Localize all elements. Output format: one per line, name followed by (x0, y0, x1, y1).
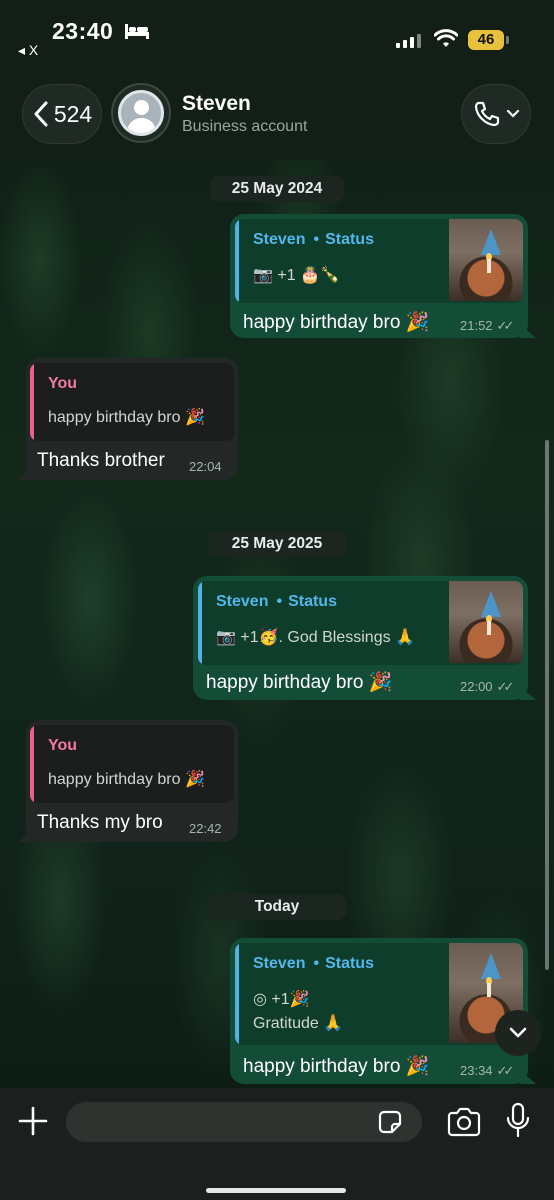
contact-subtitle[interactable]: Business account (182, 118, 307, 136)
quote-author: Steven • Status (253, 955, 374, 972)
reply-quote[interactable]: You happy birthday bro 🎉 (30, 725, 234, 803)
message-input[interactable] (66, 1102, 422, 1142)
time-text: 21:52 (460, 318, 493, 333)
phone-icon (474, 101, 500, 127)
plus-icon[interactable] (16, 1104, 50, 1138)
quote-text: 📷 +1 🎂🍾 (253, 267, 340, 284)
read-ticks-icon: ✓✓ (496, 679, 515, 694)
incoming-message[interactable]: You happy birthday bro 🎉 Thanks brother … (18, 358, 238, 480)
quote-author-name: Steven (253, 955, 306, 972)
quote-status-label: Status (325, 231, 374, 248)
quote-text: happy birthday bro 🎉 (48, 409, 205, 426)
message-text: happy birthday bro 🎉 (243, 312, 430, 333)
status-reply-quote[interactable]: Steven • Status 📷 +1🥳. God Blessings 🙏 (198, 581, 523, 665)
status-thumbnail (449, 219, 523, 301)
date-separator: 25 May 2025 (208, 531, 346, 557)
default-avatar-icon (118, 90, 164, 136)
status-thumbnail (449, 581, 523, 663)
scroll-to-bottom-button[interactable] (495, 1010, 541, 1056)
quote-author-name: Steven (253, 231, 306, 248)
status-bar: 23:40 ◂ X 46 (0, 0, 554, 78)
outgoing-message[interactable]: Steven • Status ◎ +1🎉 Gratitude 🙏 happy bi… (230, 938, 536, 1084)
message-text: happy birthday bro 🎉 (243, 1056, 430, 1077)
bed-icon (125, 24, 149, 39)
message-time: 22:04 (189, 459, 222, 474)
date-separator: 25 May 2024 (210, 176, 344, 202)
home-indicator[interactable] (206, 1188, 346, 1193)
chat-header: 524 Steven Business account (0, 78, 554, 160)
read-ticks-icon: ✓✓ (496, 318, 515, 333)
quote-author-name: You (48, 737, 78, 754)
status-reply-quote[interactable]: Steven • Status ◎ +1🎉 Gratitude 🙏 (235, 943, 523, 1045)
quote-author: Steven • Status (253, 231, 374, 248)
quote-text: ◎ +1🎉 (253, 991, 310, 1008)
camera-icon[interactable] (446, 1106, 482, 1138)
chevron-left-icon (34, 101, 48, 127)
message-text: Thanks brother (37, 450, 165, 471)
microphone-icon[interactable] (505, 1102, 531, 1140)
message-time: 23:34 ✓✓ (460, 1063, 515, 1079)
time-text: 22:00 (460, 679, 493, 694)
back-button[interactable]: 524 (22, 84, 102, 144)
clock: 23:40 (52, 18, 114, 44)
unread-count: 524 (53, 100, 93, 127)
time-text: 23:34 (460, 1063, 493, 1078)
wifi-icon (434, 29, 458, 47)
outgoing-message[interactable]: Steven • Status 📷 +1🥳. God Blessings 🙏 hap… (193, 576, 536, 700)
quote-author-name: You (48, 375, 78, 392)
quote-status-label: Status (325, 955, 374, 972)
back-to-app-link[interactable]: ◂ X (18, 42, 38, 59)
quote-text: 📷 +1🥳. God Blessings 🙏 (216, 629, 415, 646)
status-reply-quote[interactable]: Steven • Status 📷 +1 🎂🍾 (235, 219, 523, 303)
quote-text: happy birthday bro 🎉 (48, 771, 205, 788)
cellular-signal-icon (396, 32, 424, 48)
quote-author-name: Steven (216, 593, 269, 610)
read-ticks-icon: ✓✓ (496, 1063, 515, 1078)
outgoing-message[interactable]: Steven • Status 📷 +1 🎂🍾 happy birthday bro… (230, 214, 536, 338)
message-text: Thanks my bro (37, 812, 163, 833)
quote-text-line2: Gratitude 🙏 (253, 1015, 344, 1032)
chevron-down-icon (509, 1027, 527, 1038)
message-composer (0, 1088, 554, 1200)
message-text: happy birthday bro 🎉 (206, 672, 393, 693)
message-time: 22:42 (189, 821, 222, 836)
quote-author: Steven • Status (216, 593, 337, 610)
reply-quote[interactable]: You happy birthday bro 🎉 (30, 363, 234, 441)
message-time: 22:00 ✓✓ (460, 679, 515, 695)
avatar[interactable] (111, 83, 171, 143)
incoming-message[interactable]: You happy birthday bro 🎉 Thanks my bro 2… (18, 720, 238, 842)
date-separator: Today (208, 894, 346, 920)
chevron-down-icon (506, 109, 520, 118)
message-time: 21:52 ✓✓ (460, 318, 515, 334)
battery-indicator: 46 (468, 30, 509, 50)
contact-name[interactable]: Steven (182, 92, 251, 116)
quote-status-label: Status (288, 593, 337, 610)
call-button[interactable] (461, 84, 531, 144)
sticker-icon[interactable] (376, 1108, 404, 1136)
scrollbar[interactable] (545, 440, 549, 970)
